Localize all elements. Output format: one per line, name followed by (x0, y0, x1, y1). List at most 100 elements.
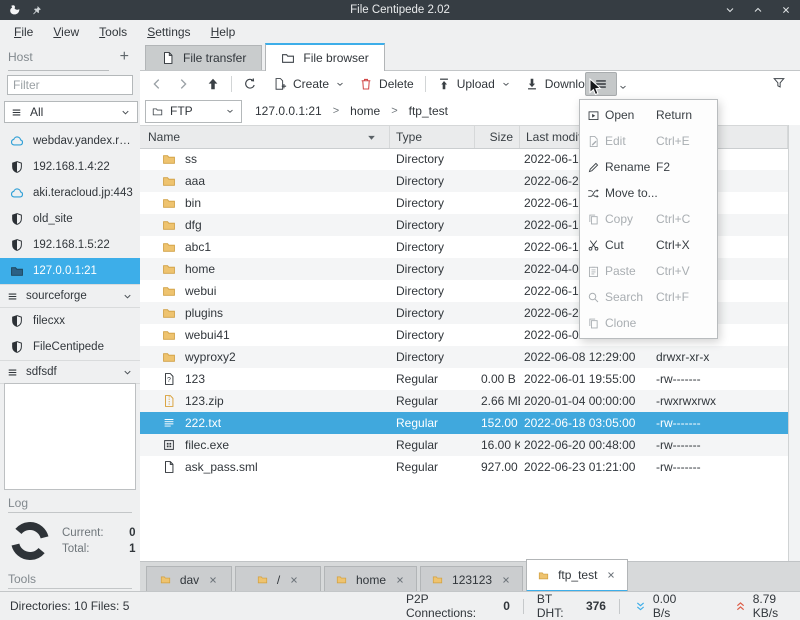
menu-settings[interactable]: Settings (137, 21, 200, 43)
table-row-ask-pass-sml[interactable]: ask_pass.smlRegular927.00 B2022-06-23 01… (140, 456, 788, 478)
back-icon[interactable] (150, 77, 164, 91)
upload-button[interactable]: Upload (437, 77, 511, 91)
bottom-tab-home[interactable]: home (324, 566, 417, 592)
shield-icon (10, 160, 24, 174)
protocol-dropdown[interactable]: FTP (145, 100, 242, 123)
file-name: filec.exe (185, 438, 229, 452)
folder-icon (162, 174, 176, 188)
breadcrumb-item[interactable]: 127.0.0.1:21 (255, 104, 322, 118)
file-name: 123 (185, 372, 205, 386)
close-icon[interactable] (780, 4, 792, 16)
vertical-scrollbar[interactable] (788, 125, 800, 562)
pin-icon[interactable] (31, 5, 42, 16)
bottom-tab-ftp-test[interactable]: ftp_test (526, 559, 628, 592)
sidebar-group-sdfsdf[interactable]: sdfsdf (0, 360, 140, 384)
tab-file-transfer[interactable]: File transfer (145, 45, 262, 70)
svg-text:?: ? (167, 377, 171, 384)
menu-item-shortcut: Ctrl+V (656, 264, 690, 278)
tab-label: home (356, 573, 386, 587)
app-duck-icon[interactable] (8, 3, 22, 17)
column-header-name[interactable]: Name (140, 126, 390, 148)
column-header-type[interactable]: Type (390, 126, 475, 148)
close-tab-icon[interactable] (501, 575, 511, 585)
file-modified: 2022-06-24 (524, 174, 585, 188)
minimize-icon[interactable] (724, 4, 736, 16)
host-filter-dropdown[interactable]: All (4, 101, 138, 123)
file-type: Directory (396, 306, 444, 320)
upload-speed-value: 8.79 KB/s (753, 592, 800, 620)
current-label: Current: (62, 527, 104, 539)
file-type: Regular (396, 438, 438, 452)
breadcrumb-item[interactable]: home (350, 104, 380, 118)
table-row-filec-exe[interactable]: filec.exeRegular16.00 KB2022-06-20 00:48… (140, 434, 788, 456)
forward-icon[interactable] (176, 77, 190, 91)
host-section-header: Host + (0, 44, 140, 70)
cell-type: Regular (390, 438, 475, 452)
folder-icon (162, 152, 176, 166)
toolbar-separator (425, 76, 426, 92)
upload-icon (437, 77, 451, 91)
cell-modified: 2022-06-08 12:29:00 (520, 350, 650, 364)
bottom-tab-item[interactable]: / (235, 566, 321, 592)
up-icon[interactable] (206, 77, 220, 91)
tab-file-browser[interactable]: File browser (265, 43, 384, 71)
server-item-127-0-0-1-21[interactable]: 127.0.0.1:21 (0, 258, 140, 284)
server-item-webdav-yandex-ru-443[interactable]: webdav.yandex.ru:443 (0, 128, 140, 154)
server-item-old-site[interactable]: old_site (0, 206, 140, 232)
bottom-tab-123123[interactable]: 123123 (420, 566, 523, 592)
server-item-192-168-1-5-22[interactable]: 192.168.1.5:22 (0, 232, 140, 258)
menu-item-rename[interactable]: RenameF2 (580, 154, 717, 180)
refresh-icon[interactable] (243, 77, 257, 91)
close-tab-icon[interactable] (606, 570, 616, 580)
menu-help[interactable]: Help (201, 21, 246, 43)
menu-file[interactable]: File (4, 21, 43, 43)
table-row-wyproxy2[interactable]: wyproxy2Directory2022-06-08 12:29:00drwx… (140, 346, 788, 368)
cell-size: 16.00 KB (475, 438, 520, 452)
file-type: Regular (396, 460, 438, 474)
filter-input[interactable] (7, 75, 133, 95)
file-name: ss (185, 152, 197, 166)
server-item-filecentipede[interactable]: FileCentipede (0, 334, 140, 360)
titlebar[interactable]: File Centipede 2.02 (0, 0, 800, 20)
add-host-button[interactable]: + (117, 49, 132, 65)
file-type: Directory (396, 262, 444, 276)
close-tab-icon[interactable] (395, 575, 405, 585)
shield-icon (10, 238, 24, 252)
maximize-icon[interactable] (752, 4, 764, 16)
server-item-192-168-1-4-22[interactable]: 192.168.1.4:22 (0, 154, 140, 180)
filter-funnel-icon[interactable] (772, 76, 786, 90)
sidebar-group-sourceforge[interactable]: sourceforge (0, 284, 140, 308)
p2p-value: 0 (503, 599, 510, 613)
create-button[interactable]: Create (273, 77, 345, 91)
delete-button[interactable]: Delete (359, 77, 414, 91)
bottom-tab-dav[interactable]: dav (146, 566, 232, 592)
cloud-icon (10, 186, 24, 200)
cell-size: 0.00 B (475, 372, 520, 386)
cell-name: dfg (140, 218, 390, 232)
menu-item-move-to[interactable]: Move to... (580, 180, 717, 206)
server-item-aki-teracloud-jp-443[interactable]: aki.teracloud.jp:443 (0, 180, 140, 206)
close-tab-icon[interactable] (289, 575, 299, 585)
tab-label: 123123 (452, 573, 492, 587)
menu-tools[interactable]: Tools (89, 21, 137, 43)
menu-item-cut[interactable]: CutCtrl+X (580, 232, 717, 258)
table-row-123-zip[interactable]: 123.zipRegular2.66 MB2020-01-04 00:00:00… (140, 390, 788, 412)
cell-size: 927.00 B (475, 460, 520, 474)
bt-dht: BT DHT: 376 (537, 592, 606, 620)
folder-icon (162, 350, 176, 364)
cell-name: aaa (140, 174, 390, 188)
breadcrumb-item[interactable]: ftp_test (409, 104, 448, 118)
server-item-filecxx[interactable]: filecxx (0, 308, 140, 334)
menu-item-open[interactable]: OpenReturn (580, 102, 717, 128)
table-row-123[interactable]: ?123Regular0.00 B2022-06-01 19:55:00-rw-… (140, 368, 788, 390)
chevron-down-icon[interactable] (618, 82, 628, 92)
menu-view[interactable]: View (43, 21, 89, 43)
p2p-label: P2P Connections: (406, 592, 494, 620)
column-header-size[interactable]: Size (475, 126, 520, 148)
file-name: webui (185, 284, 216, 298)
cell-modified: 2020-01-04 00:00:00 (520, 394, 650, 408)
close-tab-icon[interactable] (208, 575, 218, 585)
table-row-222-txt[interactable]: 222.txtRegular152.00 B2022-06-18 03:05:0… (140, 412, 788, 434)
current-value: 0 (116, 527, 136, 539)
total-label: Total: (62, 543, 104, 555)
